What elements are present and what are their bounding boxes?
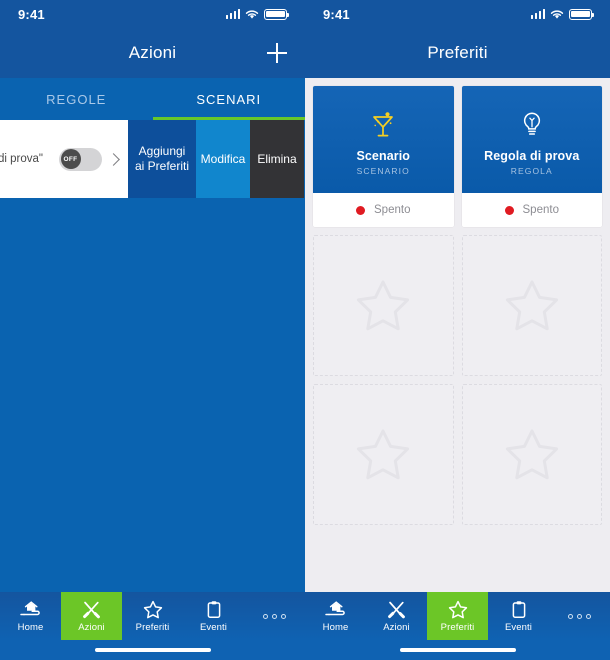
- favorite-kind: REGOLA: [510, 165, 553, 176]
- star-icon: [143, 599, 163, 619]
- tools-icon: [387, 599, 406, 619]
- status-icons: [225, 8, 290, 20]
- tab-regole-label: REGOLE: [46, 91, 107, 107]
- plus-icon[interactable]: [267, 43, 287, 63]
- wifi-icon: [550, 10, 564, 19]
- favorite-kind: SCENARIO: [356, 165, 410, 176]
- rules-list: di prova" OFF Aggiungi ai Preferiti Modi…: [0, 120, 305, 592]
- star-icon: [448, 599, 468, 619]
- tab-preferiti-label: Preferiti: [440, 622, 475, 633]
- empty-favorite-slot[interactable]: [313, 384, 454, 525]
- status-badge: Spento: [462, 193, 603, 227]
- tab-home[interactable]: Home: [305, 592, 366, 640]
- page-title: Preferiti: [427, 43, 488, 62]
- screen-azioni: 9:41 Azioni REGOLE SCENARI di prova" OFF…: [0, 0, 305, 660]
- tab-scenari-label: SCENARI: [196, 91, 262, 107]
- tab-preferiti[interactable]: Preferiti: [427, 592, 488, 640]
- home-indicator-area: [0, 640, 305, 660]
- star-outline-icon: [505, 280, 558, 330]
- nav-bar: Azioni: [0, 28, 305, 78]
- hand-house-icon: [325, 599, 346, 619]
- segmented-tabs: REGOLE SCENARI: [0, 78, 305, 120]
- tab-eventi-label: Eventi: [504, 622, 532, 633]
- nav-bar: Preferiti: [305, 28, 610, 78]
- screen-preferiti: 9:41 Preferiti Scenario SCENARIO Spento …: [305, 0, 610, 660]
- home-indicator: [94, 647, 211, 653]
- favorite-card[interactable]: Regola di prova REGOLA Spento: [461, 86, 603, 227]
- tab-preferiti[interactable]: Preferiti: [122, 592, 183, 640]
- favorite-card-header: Regola di prova REGOLA: [461, 86, 602, 193]
- list-item[interactable]: di prova" OFF Aggiungi ai Preferiti Modi…: [0, 120, 305, 198]
- list-item-content[interactable]: di prova" OFF: [0, 120, 128, 198]
- tab-scenari[interactable]: SCENARI: [153, 78, 306, 120]
- favorite-name: Scenario: [356, 148, 411, 163]
- star-outline-icon: [505, 429, 558, 479]
- status-label: Spento: [374, 204, 411, 216]
- status-time: 9:41: [323, 6, 350, 22]
- page-title: Azioni: [128, 43, 177, 62]
- bottom-tab-bar: Home Azioni Preferiti Eventi: [0, 592, 305, 640]
- chevron-right-icon: [107, 152, 120, 166]
- cocktail-icon: [368, 108, 398, 142]
- star-outline-icon: [357, 280, 410, 330]
- status-icons: [530, 8, 595, 20]
- tab-regole[interactable]: REGOLE: [0, 78, 153, 120]
- bottom-tab-bar: Home Azioni Preferiti Eventi: [305, 592, 610, 640]
- tab-home-label: Home: [322, 622, 349, 633]
- lightbulb-icon: [519, 108, 545, 142]
- tab-eventi-label: Eventi: [199, 622, 227, 633]
- empty-favorite-slot[interactable]: [461, 384, 602, 525]
- status-bar: 9:41: [0, 0, 305, 28]
- status-time: 9:41: [18, 6, 45, 22]
- status-badge: Spento: [313, 193, 454, 227]
- tools-icon: [82, 599, 101, 619]
- tab-home[interactable]: Home: [0, 592, 61, 640]
- add-to-favorites-button[interactable]: Aggiungi ai Preferiti: [128, 120, 196, 198]
- delete-button[interactable]: Elimina: [250, 120, 304, 198]
- home-indicator: [399, 647, 516, 653]
- tab-azioni[interactable]: Azioni: [61, 592, 122, 640]
- status-bar: 9:41: [305, 0, 610, 28]
- dual-screen-comparison: 9:41 Azioni REGOLE SCENARI di prova" OFF…: [0, 0, 610, 660]
- status-dot-icon: [504, 205, 514, 215]
- hand-house-icon: [20, 599, 41, 619]
- battery-icon: [569, 8, 595, 20]
- favorites-grid: Scenario SCENARIO Spento Regola di prova…: [313, 86, 602, 525]
- tab-azioni[interactable]: Azioni: [366, 592, 427, 640]
- clipboard-icon: [206, 599, 222, 619]
- empty-favorite-slot[interactable]: [461, 235, 602, 376]
- empty-favorite-slot[interactable]: [313, 235, 454, 376]
- clipboard-icon: [511, 599, 527, 619]
- favorite-card[interactable]: Scenario SCENARIO Spento: [313, 86, 454, 227]
- home-indicator-area: [305, 640, 610, 660]
- favorites-grid-container: Scenario SCENARIO Spento Regola di prova…: [305, 78, 610, 592]
- favorite-name: Regola di prova: [484, 148, 580, 163]
- star-outline-icon: [357, 429, 410, 479]
- status-dot-icon: [356, 205, 366, 215]
- edit-button[interactable]: Modifica: [196, 120, 250, 198]
- more-dots-icon[interactable]: [549, 592, 610, 640]
- tab-preferiti-label: Preferiti: [135, 622, 170, 633]
- toggle-state-label: OFF: [60, 149, 81, 169]
- cellular-signal-icon: [225, 9, 240, 19]
- battery-icon: [264, 8, 290, 20]
- list-item-label: di prova": [0, 153, 43, 165]
- status-label: Spento: [522, 204, 559, 216]
- more-dots-icon[interactable]: [244, 592, 305, 640]
- tab-azioni-label: Azioni: [78, 622, 105, 633]
- tab-eventi[interactable]: Eventi: [488, 592, 549, 640]
- cellular-signal-icon: [530, 9, 545, 19]
- tab-eventi[interactable]: Eventi: [183, 592, 244, 640]
- wifi-icon: [245, 10, 259, 19]
- enable-toggle[interactable]: OFF: [59, 147, 102, 171]
- tab-azioni-label: Azioni: [383, 622, 410, 633]
- tab-home-label: Home: [17, 622, 44, 633]
- favorite-card-header: Scenario SCENARIO: [313, 86, 454, 193]
